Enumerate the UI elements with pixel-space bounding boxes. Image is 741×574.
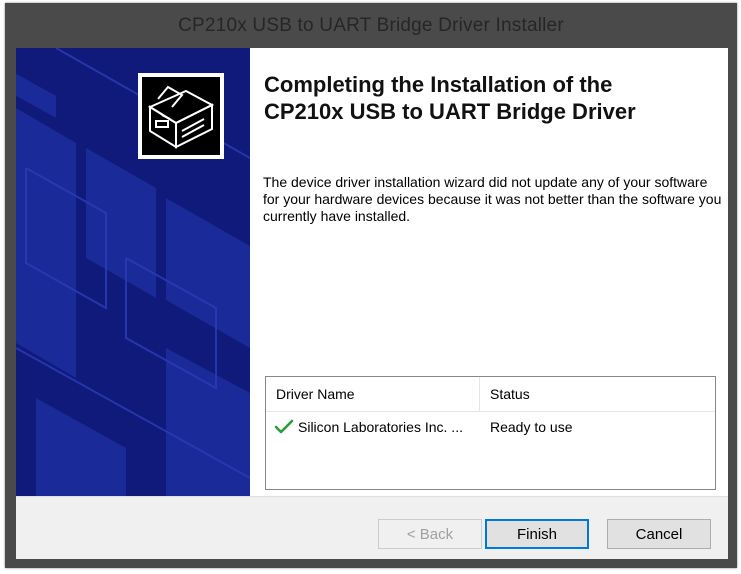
driver-name-cell: Silicon Laboratories Inc. ... [266,412,480,442]
page-title-line-2: CP210x USB to UART Bridge Driver [264,99,636,124]
driver-list[interactable]: Driver Name Status Silicon Laboratories … [265,376,716,490]
table-row[interactable]: Silicon Laboratories Inc. ... Ready to u… [266,412,715,442]
completion-message: The device driver installation wizard di… [263,174,722,224]
driver-name: Silicon Laboratories Inc. ... [298,419,463,435]
page-title: Completing the Installation of the CP210… [264,71,714,125]
wizard-banner [16,48,250,496]
checkmark-icon [274,419,294,434]
cancel-button[interactable]: Cancel [607,519,711,549]
footer-divider [16,496,728,497]
hardware-install-icon [138,73,224,159]
back-button[interactable]: < Back [378,519,482,549]
title-bar[interactable]: CP210x USB to UART Bridge Driver Install… [5,3,737,48]
column-header-driver-name[interactable]: Driver Name [266,377,480,411]
wizard-client-area: Completing the Installation of the CP210… [16,48,728,559]
column-header-status[interactable]: Status [480,377,715,411]
driver-list-header: Driver Name Status [266,377,715,412]
installer-window: CP210x USB to UART Bridge Driver Install… [5,3,737,568]
wizard-content: Completing the Installation of the CP210… [250,48,728,496]
page-title-line-1: Completing the Installation of the [264,72,613,97]
driver-status: Ready to use [490,419,573,435]
finish-button[interactable]: Finish [485,519,589,549]
window-title: CP210x USB to UART Bridge Driver Install… [178,14,564,36]
